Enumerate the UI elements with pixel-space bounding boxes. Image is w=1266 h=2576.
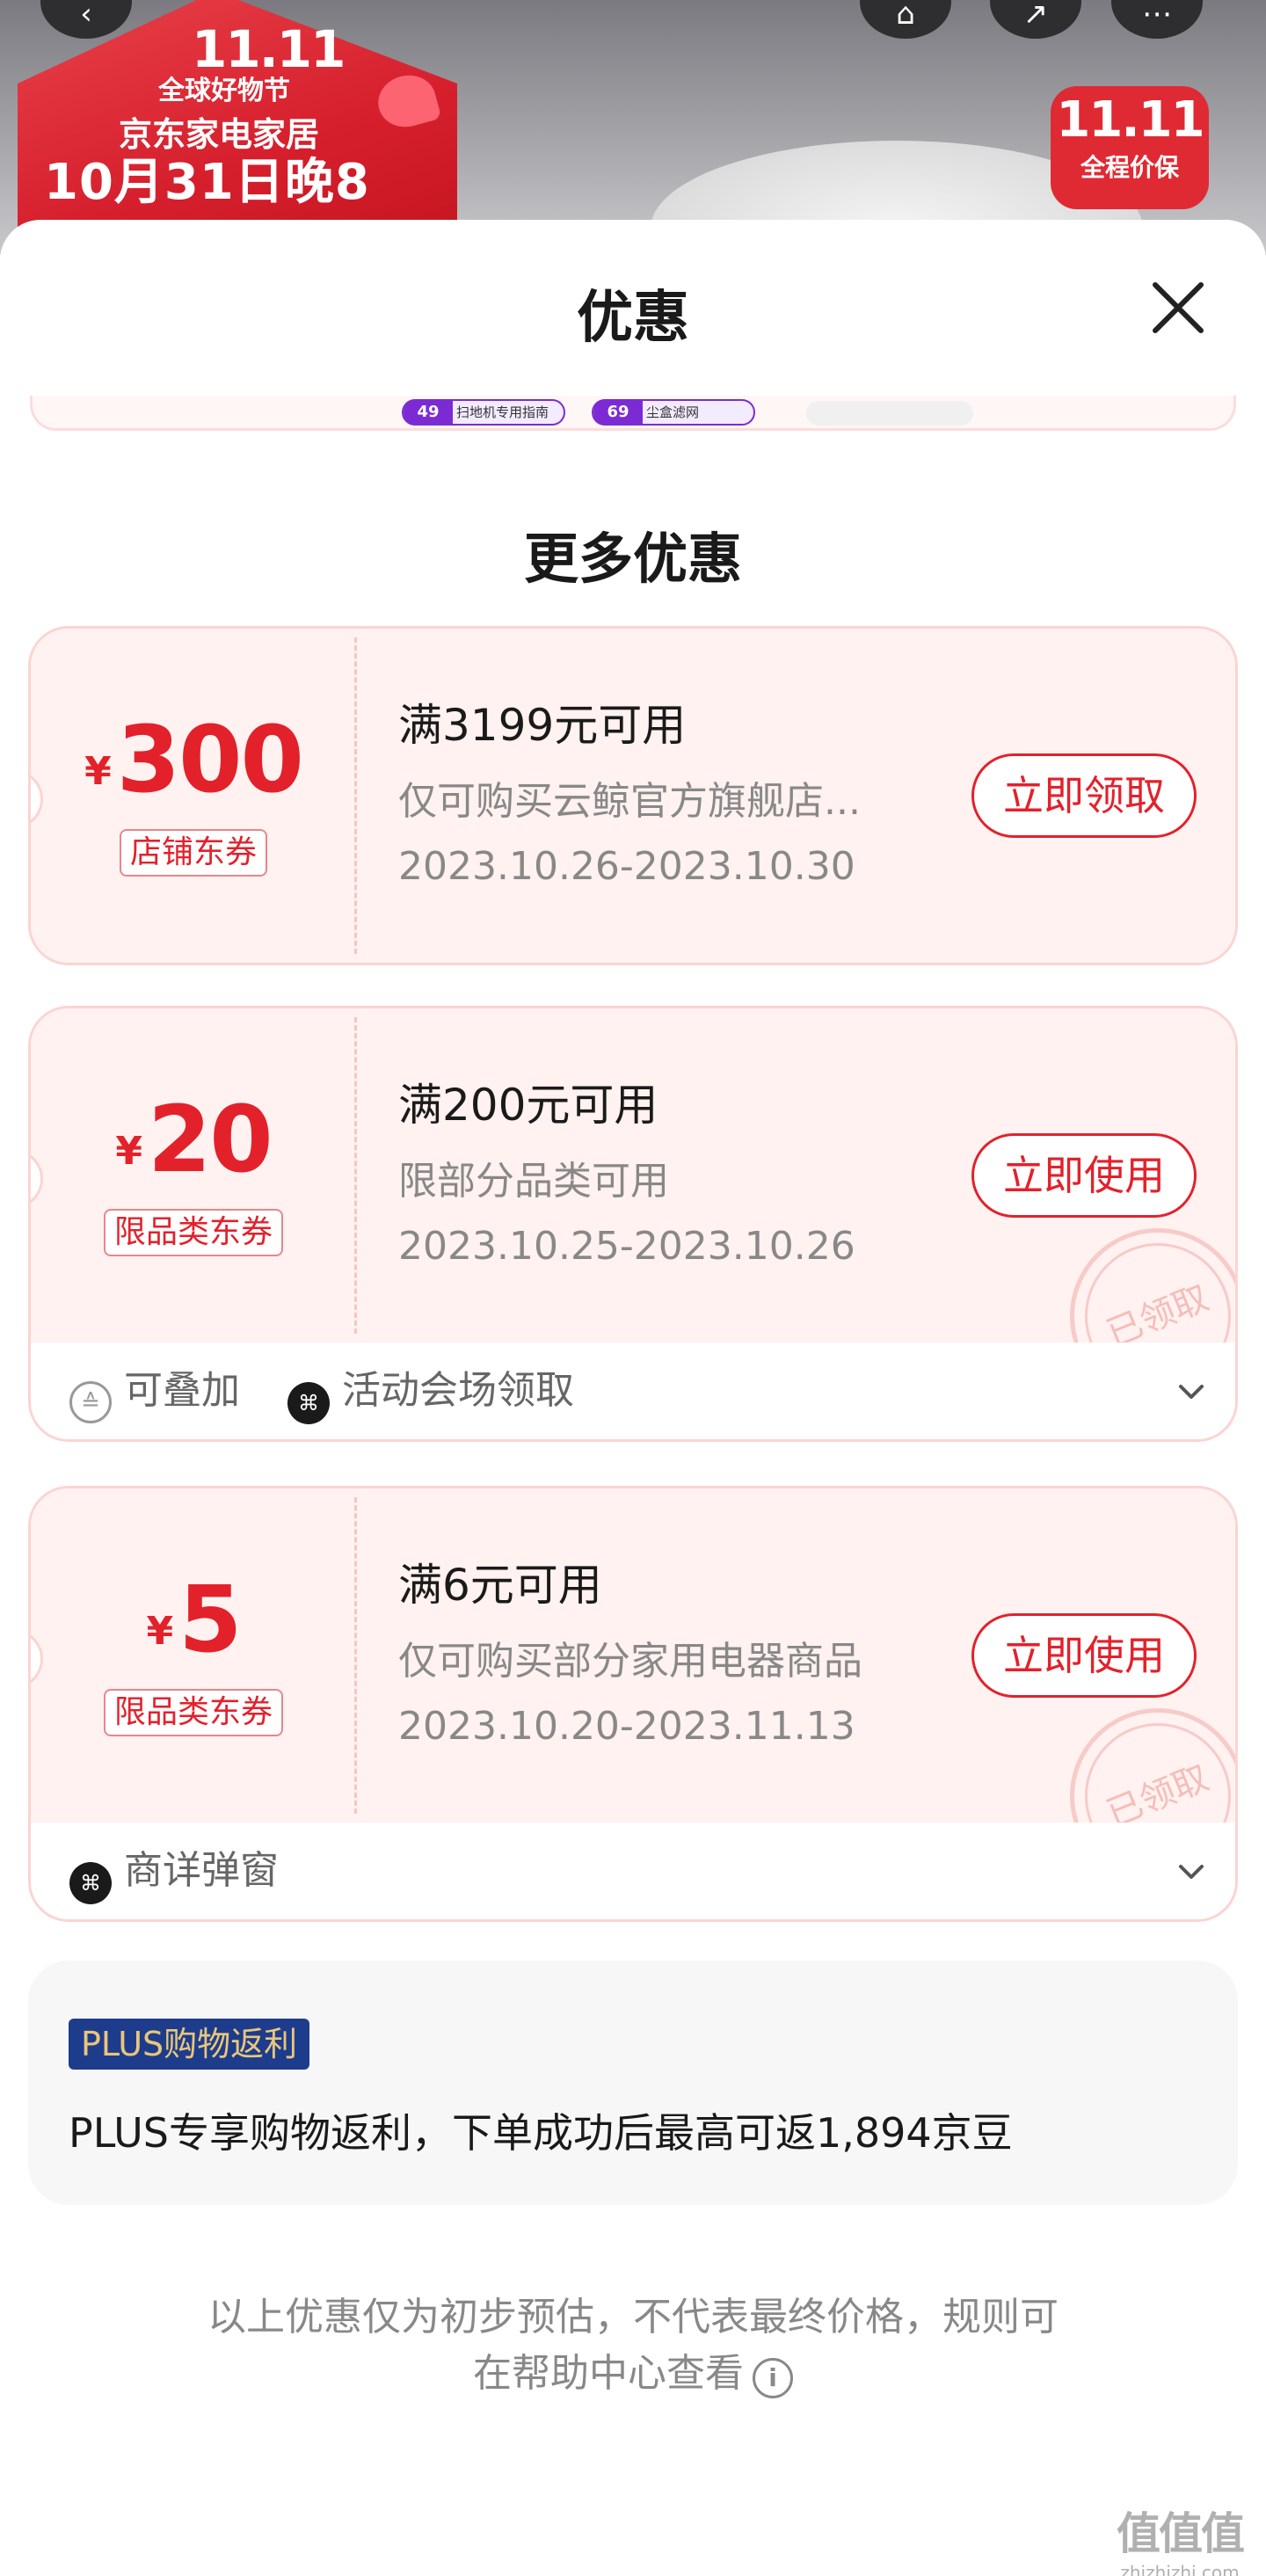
more-icon[interactable]: ⋯ xyxy=(1111,0,1203,39)
back-icon[interactable]: ‹ xyxy=(40,0,132,39)
currency-symbol: ¥ xyxy=(115,1129,142,1174)
close-icon[interactable] xyxy=(1143,273,1213,343)
coupon-validity: 2023.10.25-2023.10.26 xyxy=(398,1224,855,1269)
coupon-amount: ¥300 xyxy=(31,706,356,813)
amount-value: 20 xyxy=(147,1086,273,1193)
coupon-amount: ¥5 xyxy=(31,1566,356,1673)
coupon-card: ¥300 店铺东券 满3199元可用 仅可购买云鲸官方旗舰店... 2023.1… xyxy=(28,626,1238,965)
coupon-condition: 满3199元可用 xyxy=(398,700,687,751)
footer-tag-stackable: ≙ 可叠加 xyxy=(69,1367,240,1423)
chevron-down-icon[interactable] xyxy=(1174,1854,1209,1889)
use-button[interactable]: 立即使用 xyxy=(971,1133,1197,1218)
amount-value: 300 xyxy=(116,706,304,813)
bookmark-icon[interactable]: ⌂ xyxy=(860,0,951,39)
mini-coupon-tag: 69 尘盒滤网 xyxy=(592,399,755,426)
footer-tag-source: ⌘ 活动会场领取 xyxy=(287,1367,574,1424)
coupon-amount-block: ¥5 限品类东券 xyxy=(31,1488,356,1823)
coupon-body: ¥20 限品类东券 满200元可用 限部分品类可用 2023.10.25-202… xyxy=(31,1008,1235,1431)
banner-date-text: 10月31日晚8 xyxy=(44,154,370,211)
use-button[interactable]: 立即使用 xyxy=(971,1613,1197,1698)
coupon-body: ¥5 限品类东券 满6元可用 仅可购买部分家用电器商品 2023.10.20-2… xyxy=(31,1488,1235,1911)
watermark-logo: 值值值 xyxy=(1117,2508,1245,2559)
badge-label: 全程价保 xyxy=(1080,153,1179,182)
mini-placeholder xyxy=(806,401,973,426)
coupon-card: ¥5 限品类东券 满6元可用 仅可购买部分家用电器商品 2023.10.20-2… xyxy=(28,1486,1238,1922)
sheet-title: 优惠 xyxy=(577,286,689,351)
coupon-validity: 2023.10.26-2023.10.30 xyxy=(398,844,855,889)
amount-value: 5 xyxy=(178,1566,242,1673)
coupon-scope: 仅可购买云鲸官方旗舰店... xyxy=(398,779,861,824)
mini-tag-label: 扫地机专用指南 xyxy=(456,404,549,420)
watermark: 值值值 zhizhizhi.com xyxy=(1117,2499,1245,2576)
stack-icon: ≙ xyxy=(69,1381,112,1423)
claim-button[interactable]: 立即领取 xyxy=(971,753,1197,838)
mini-coupon-tag: 49 扫地机专用指南 xyxy=(402,399,565,426)
dashed-divider xyxy=(354,1497,357,1814)
previous-section-strip: 49 扫地机专用指南 69 尘盒滤网 xyxy=(30,396,1236,431)
mini-tag-label: 尘盒滤网 xyxy=(646,404,700,420)
coupon-card: ¥20 限品类东券 满200元可用 限部分品类可用 2023.10.25-202… xyxy=(28,1006,1238,1442)
section-title: 更多优惠 xyxy=(523,527,742,591)
coupon-body: ¥300 店铺东券 满3199元可用 仅可购买云鲸官方旗舰店... 2023.1… xyxy=(31,629,1235,963)
share-icon[interactable]: ↗ xyxy=(990,0,1081,39)
footer-tag-source: ⌘ 商详弹窗 xyxy=(69,1847,279,1904)
coupon-type-tag: 店铺东券 xyxy=(119,829,267,877)
coupon-footer: ≙ 可叠加 ⌘ 活动会场领取 xyxy=(31,1343,1235,1439)
plus-rebate-card: PLUS购物返利 PLUS专享购物返利，下单成功后最高可返1,894京豆 xyxy=(28,1961,1238,2205)
plus-rebate-text: PLUS专享购物返利，下单成功后最高可返1,894京豆 xyxy=(69,2109,1013,2157)
disclaimer-line: 以上优惠仅为初步预估，不代表最终价格，规则可 xyxy=(207,2295,1059,2340)
currency-symbol: ¥ xyxy=(146,1609,174,1654)
chevron-down-icon[interactable] xyxy=(1174,1374,1209,1409)
badge-logo: 11.11 xyxy=(1056,91,1204,149)
disclaimer-line-help[interactable]: 在帮助中心查看 i xyxy=(0,2346,1266,2402)
banner-festival-text: 全球好物节 xyxy=(158,76,290,106)
coupon-scope: 仅可购买部分家用电器商品 xyxy=(398,1639,862,1684)
dashed-divider xyxy=(354,637,357,954)
ticket-icon: ⌘ xyxy=(69,1862,112,1904)
coupon-amount-block: ¥20 限品类东券 xyxy=(31,1008,356,1343)
disclaimer: 以上优惠仅为初步预估，不代表最终价格，规则可 在帮助中心查看 i xyxy=(0,2289,1266,2402)
ticket-icon: ⌘ xyxy=(287,1382,330,1424)
coupon-validity: 2023.10.20-2023.11.13 xyxy=(398,1704,855,1749)
currency-symbol: ¥ xyxy=(84,749,112,794)
coupon-footer: ⌘ 商详弹窗 xyxy=(31,1823,1235,1919)
coupon-amount: ¥20 xyxy=(31,1086,356,1193)
mini-tag-price: 69 xyxy=(593,399,643,426)
coupon-amount-block: ¥300 店铺东券 xyxy=(31,629,356,963)
info-icon[interactable]: i xyxy=(753,2358,793,2398)
coupon-scope: 限部分品类可用 xyxy=(398,1159,669,1204)
plus-badge: PLUS购物返利 xyxy=(69,2019,310,2070)
dashed-divider xyxy=(354,1017,357,1334)
coupon-condition: 满200元可用 xyxy=(398,1080,658,1131)
mini-tag-price: 49 xyxy=(404,399,453,426)
product-banner: 11.11 全球好物节 京东家电家居 10月31日晚8 11.11 全程价保 ‹… xyxy=(0,0,1266,255)
watermark-url: zhizhizhi.com xyxy=(1120,2562,1240,2576)
coupon-type-tag: 限品类东券 xyxy=(103,1689,283,1736)
coupon-condition: 满6元可用 xyxy=(398,1560,602,1611)
price-protect-badge: 11.11 全程价保 xyxy=(1051,86,1209,209)
coupon-type-tag: 限品类东券 xyxy=(103,1209,283,1256)
